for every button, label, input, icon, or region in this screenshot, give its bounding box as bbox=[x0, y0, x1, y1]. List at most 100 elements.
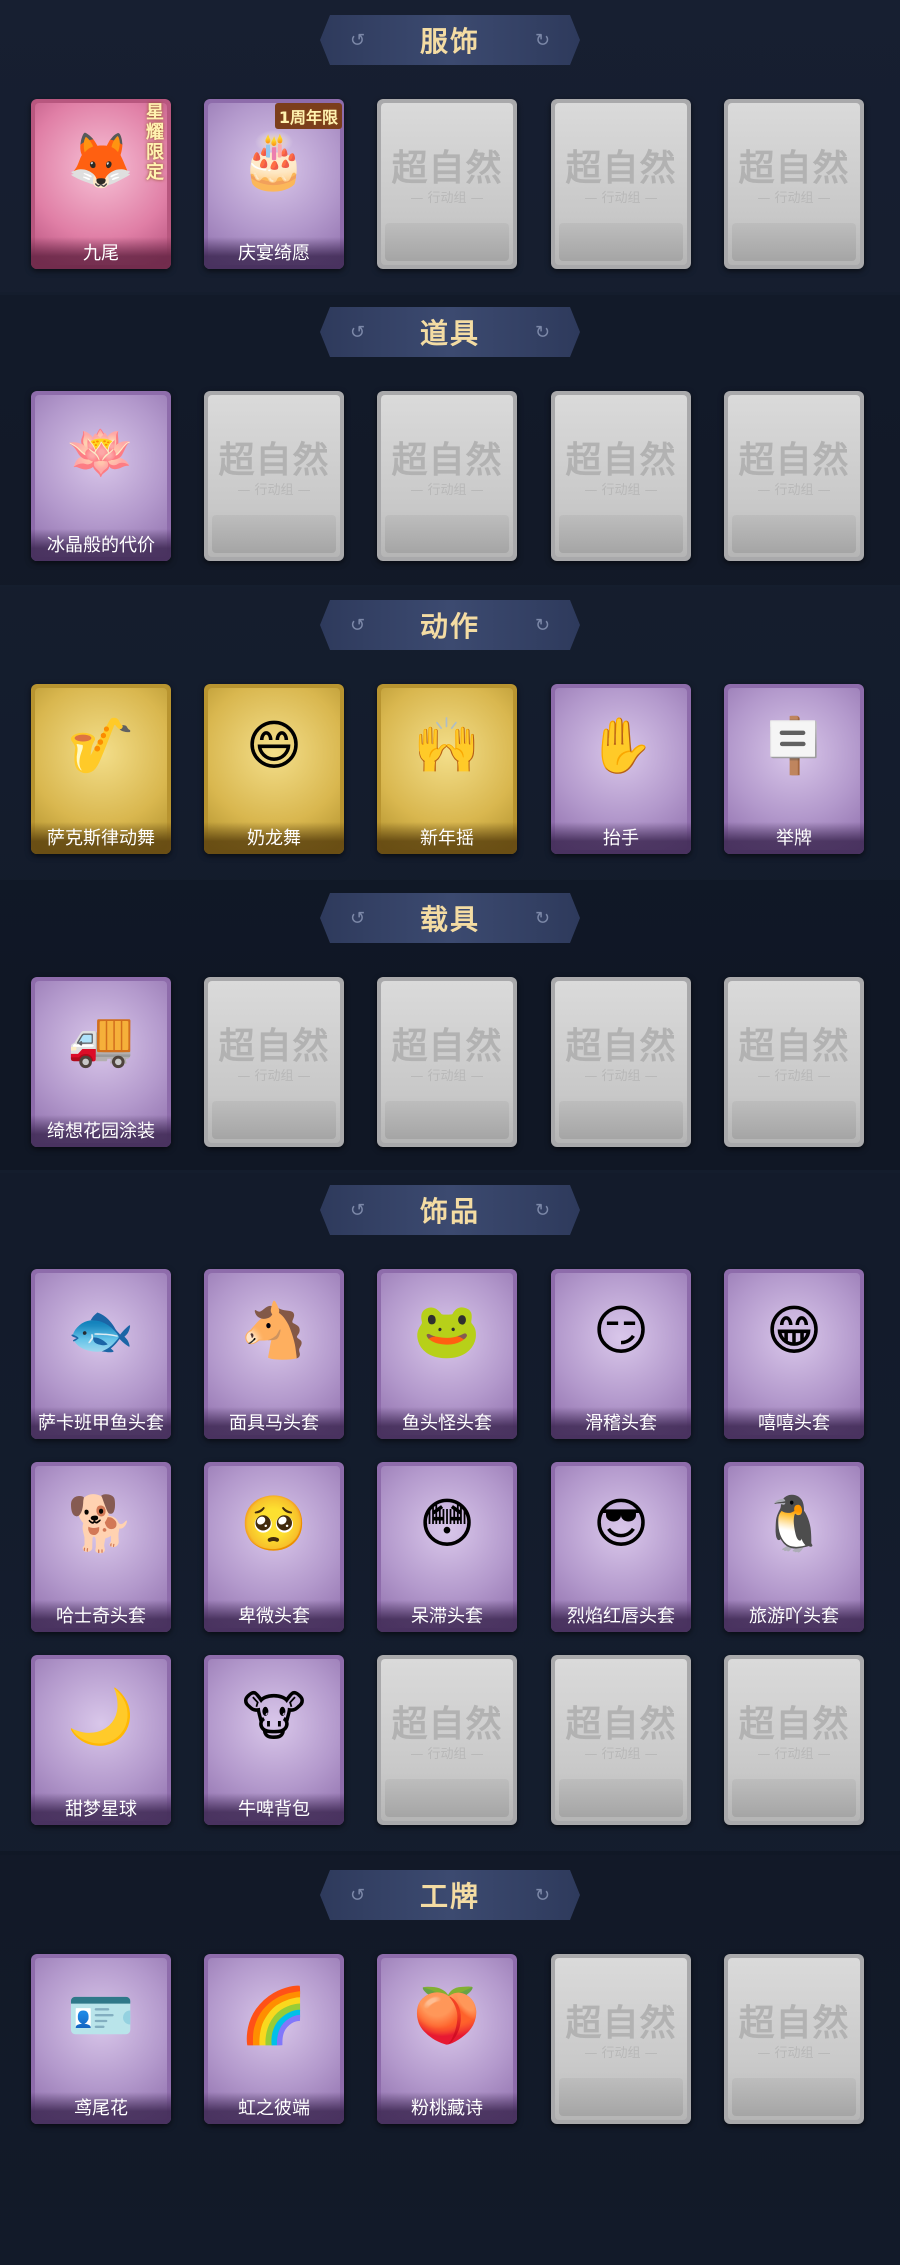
locked-item-card[interactable]: 超自然 — 行动组 — bbox=[204, 977, 344, 1147]
item-card[interactable]: 🐸 鱼头怪头套 bbox=[377, 1269, 517, 1439]
locked-placeholder-logo: 超自然 bbox=[391, 1025, 503, 1067]
item-card[interactable]: 🪧 举牌 bbox=[724, 684, 864, 854]
section-title: 工牌 bbox=[419, 1880, 480, 1913]
locked-placeholder-subtitle: — 行动组 — bbox=[410, 1747, 484, 1762]
item-label: 滑稽头套 bbox=[551, 1407, 691, 1439]
item-label: 嘻嘻头套 bbox=[724, 1407, 864, 1439]
item-card[interactable]: 🐴 面具马头套 bbox=[204, 1269, 344, 1439]
item-label: 甜梦星球 bbox=[31, 1793, 171, 1825]
section-header: ↺ 饰品 ↻ bbox=[320, 1185, 580, 1235]
item-card[interactable]: 😄 奶龙舞 bbox=[204, 684, 344, 854]
item-card[interactable]: 🙌 新年摇 bbox=[377, 684, 517, 854]
item-label: 新年摇 bbox=[377, 822, 517, 854]
item-card[interactable]: 😁 嘻嘻头套 bbox=[724, 1269, 864, 1439]
locked-placeholder-subtitle: — 行动组 — bbox=[757, 1069, 831, 1084]
locked-item-card[interactable]: 超自然 — 行动组 — bbox=[724, 1655, 864, 1825]
locked-placeholder-footer bbox=[559, 2078, 683, 2116]
section-header: ↺ 工牌 ↻ bbox=[320, 1870, 580, 1920]
item-card[interactable]: 🌙 甜梦星球 bbox=[31, 1655, 171, 1825]
item-card[interactable]: 😎 烈焰红唇头套 bbox=[551, 1462, 691, 1632]
locked-placeholder-logo: 超自然 bbox=[565, 439, 677, 481]
item-card[interactable]: 🍑 粉桃藏诗 bbox=[377, 1954, 517, 2124]
item-card[interactable]: 🎂 庆宴绮愿 1周年限 bbox=[204, 99, 344, 269]
locked-placeholder-footer bbox=[559, 1101, 683, 1139]
hold-sign-icon: 🪧 bbox=[760, 714, 828, 777]
locked-item-card[interactable]: 超自然 — 行动组 — bbox=[551, 99, 691, 269]
locked-item-card[interactable]: 超自然 — 行动组 — bbox=[724, 1954, 864, 2124]
locked-placeholder-subtitle: — 行动组 — bbox=[410, 191, 484, 206]
locked-placeholder-subtitle: — 行动组 — bbox=[757, 2046, 831, 2061]
locked-placeholder-subtitle: — 行动组 — bbox=[584, 2046, 658, 2061]
locked-item-card[interactable]: 超自然 — 行动组 — bbox=[377, 1655, 517, 1825]
locked-item-card[interactable]: 超自然 — 行动组 — bbox=[724, 99, 864, 269]
locked-placeholder-logo: 超自然 bbox=[565, 1703, 677, 1745]
locked-placeholder-footer bbox=[732, 2078, 856, 2116]
locked-item-card[interactable]: 超自然 — 行动组 — bbox=[551, 1655, 691, 1825]
item-label: 卑微头套 bbox=[204, 1600, 344, 1632]
item-card[interactable]: 🌈 虹之彼端 bbox=[204, 1954, 344, 2124]
husky-mask-icon: 🐕 bbox=[67, 1492, 135, 1555]
section-title: 道具 bbox=[419, 317, 480, 350]
locked-placeholder-footer bbox=[385, 1779, 509, 1817]
locked-placeholder-logo: 超自然 bbox=[391, 439, 503, 481]
cow-backpack-icon: 🐮 bbox=[242, 1685, 306, 1748]
item-card[interactable]: 🐧 旅游吖头套 bbox=[724, 1462, 864, 1632]
item-card[interactable]: 🪷 冰晶般的代价 bbox=[31, 391, 171, 561]
locked-placeholder-footer bbox=[385, 1101, 509, 1139]
section-title: 动作 bbox=[419, 610, 480, 643]
item-label: 冰晶般的代价 bbox=[31, 529, 171, 561]
header-ornament-left-icon: ↺ bbox=[350, 1885, 366, 1906]
section-title: 饰品 bbox=[419, 1195, 480, 1228]
locked-placeholder-footer bbox=[212, 515, 336, 553]
item-label: 面具马头套 bbox=[204, 1407, 344, 1439]
header-ornament-left-icon: ↺ bbox=[350, 322, 366, 343]
item-card[interactable]: 🐮 牛啤背包 bbox=[204, 1655, 344, 1825]
locked-placeholder-logo: 超自然 bbox=[218, 1025, 330, 1067]
item-label: 庆宴绮愿 bbox=[204, 237, 344, 269]
locked-placeholder-footer bbox=[559, 223, 683, 261]
locked-item-card[interactable]: 超自然 — 行动组 — bbox=[377, 99, 517, 269]
limited-badge: 星耀限定 bbox=[146, 102, 164, 183]
raise-hand-icon: ✋ bbox=[587, 714, 655, 777]
locked-placeholder-subtitle: — 行动组 — bbox=[237, 483, 311, 498]
locked-item-card[interactable]: 超自然 — 行动组 — bbox=[377, 391, 517, 561]
locked-item-card[interactable]: 超自然 — 行动组 — bbox=[204, 391, 344, 561]
locked-item-card[interactable]: 超自然 — 行动组 — bbox=[377, 977, 517, 1147]
locked-placeholder-logo: 超自然 bbox=[391, 1703, 503, 1745]
item-card[interactable]: ✋ 抬手 bbox=[551, 684, 691, 854]
locked-item-card[interactable]: 超自然 — 行动组 — bbox=[551, 1954, 691, 2124]
humble-mask-icon: 🥺 bbox=[240, 1492, 308, 1555]
item-card[interactable]: 🚚 绮想花园涂装 bbox=[31, 977, 171, 1147]
item-card[interactable]: 🥺 卑微头套 bbox=[204, 1462, 344, 1632]
item-card[interactable]: 😳 呆滞头套 bbox=[377, 1462, 517, 1632]
item-card[interactable]: 🦊 九尾 星耀限定 bbox=[31, 99, 171, 269]
locked-placeholder-subtitle: — 行动组 — bbox=[584, 1747, 658, 1762]
locked-item-card[interactable]: 超自然 — 行动组 — bbox=[551, 391, 691, 561]
locked-placeholder-footer bbox=[732, 1101, 856, 1139]
item-label: 鱼头怪头套 bbox=[377, 1407, 517, 1439]
item-label: 九尾 bbox=[31, 237, 171, 269]
item-label: 萨卡班甲鱼头套 bbox=[31, 1407, 171, 1439]
locked-item-card[interactable]: 超自然 — 行动组 — bbox=[724, 391, 864, 561]
dazed-mask-icon: 😳 bbox=[418, 1492, 476, 1555]
item-card[interactable]: 🐟 萨卡班甲鱼头套 bbox=[31, 1269, 171, 1439]
item-card[interactable]: 🐕 哈士奇头套 bbox=[31, 1462, 171, 1632]
locked-placeholder-subtitle: — 行动组 — bbox=[410, 1069, 484, 1084]
dance-emote-icon: 😄 bbox=[245, 714, 303, 777]
header-ornament-right-icon: ↻ bbox=[534, 30, 550, 51]
locked-placeholder-footer bbox=[732, 515, 856, 553]
iris-badge-icon: 🪪 bbox=[67, 1984, 135, 2047]
locked-item-card[interactable]: 超自然 — 行动组 — bbox=[724, 977, 864, 1147]
locked-placeholder-logo: 超自然 bbox=[565, 1025, 677, 1067]
locked-placeholder-subtitle: — 行动组 — bbox=[410, 483, 484, 498]
locked-placeholder-subtitle: — 行动组 — bbox=[757, 483, 831, 498]
dream-planet-icon: 🌙 bbox=[67, 1685, 135, 1748]
locked-placeholder-logo: 超自然 bbox=[565, 2002, 677, 2044]
locked-placeholder-subtitle: — 行动组 — bbox=[237, 1069, 311, 1084]
item-card[interactable]: 😏 滑稽头套 bbox=[551, 1269, 691, 1439]
section-header: ↺ 服饰 ↻ bbox=[320, 15, 580, 65]
item-card[interactable]: 🪪 鸢尾花 bbox=[31, 1954, 171, 2124]
header-ornament-right-icon: ↻ bbox=[534, 1200, 550, 1221]
item-card[interactable]: 🎷 萨克斯律动舞 bbox=[31, 684, 171, 854]
locked-item-card[interactable]: 超自然 — 行动组 — bbox=[551, 977, 691, 1147]
